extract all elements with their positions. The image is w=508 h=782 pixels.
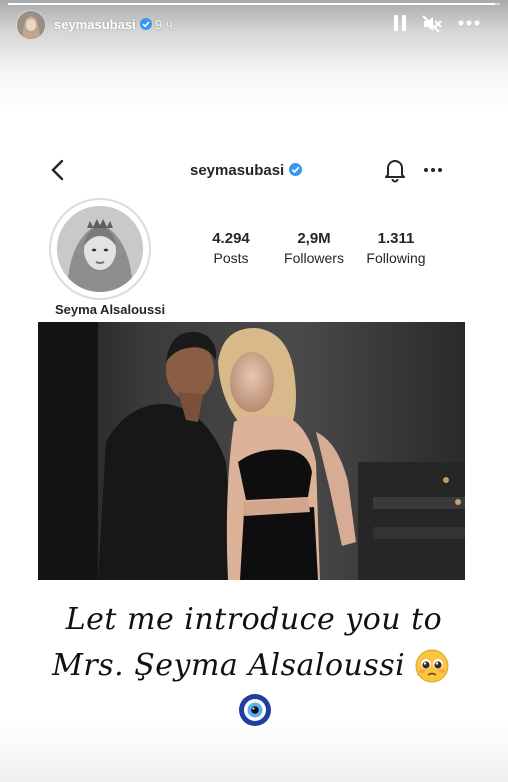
story-progress-fill: [8, 3, 496, 5]
followers-label: Followers: [284, 250, 344, 266]
pause-icon[interactable]: [394, 15, 406, 31]
pleading-face-emoji: [414, 648, 450, 684]
profile-avatar: [57, 206, 143, 292]
story-progress-bar: [8, 3, 500, 5]
posts-count: 4.294: [212, 230, 250, 247]
followers-count: 2,9M: [297, 230, 331, 247]
more-options-icon: [422, 160, 444, 180]
profile-display-name: Seyma Alsaloussi: [55, 302, 166, 317]
verified-badge-icon: [289, 163, 303, 176]
profile-username: seymasubasi: [190, 162, 303, 179]
verified-badge-icon: [139, 18, 152, 30]
posts-stat: 4.294 Posts: [203, 230, 259, 266]
profile-avatar-ring: [49, 198, 151, 300]
following-stat: 1.311 Following: [360, 230, 432, 266]
story-timestamp: 9 ч.: [155, 17, 177, 32]
following-label: Following: [366, 250, 426, 266]
couple-photo: [38, 322, 465, 580]
back-icon: [48, 158, 68, 182]
followers-stat: 2,9M Followers: [278, 230, 350, 266]
mute-icon[interactable]: [422, 15, 442, 33]
profile-nav-bar: seymasubasi: [0, 150, 508, 190]
more-icon[interactable]: [458, 15, 480, 31]
story-viewer[interactable]: seymasubasi 9 ч. seymasubasi 4.294 Posts…: [0, 0, 508, 782]
story-username[interactable]: seymasubasi: [54, 17, 152, 32]
following-count: 1.311: [377, 230, 415, 247]
story-avatar[interactable]: [16, 10, 46, 40]
story-header: seymasubasi 9 ч.: [0, 6, 508, 42]
posts-label: Posts: [213, 250, 249, 266]
caption-line-1: Let me introduce you to: [65, 602, 443, 637]
evil-eye-emoji: [237, 692, 273, 728]
bell-icon: [383, 157, 407, 183]
